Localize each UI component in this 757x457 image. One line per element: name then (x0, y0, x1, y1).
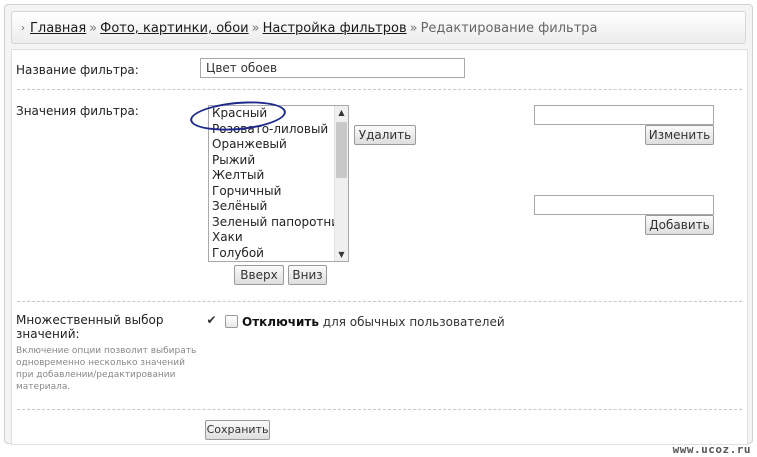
disable-for-users-label: Отключить для обычных пользователей (242, 315, 505, 329)
row-divider (17, 89, 742, 90)
edit-value-input[interactable] (534, 105, 714, 125)
checkmark-icon[interactable]: ✔ (205, 314, 218, 328)
filter-value-option[interactable]: Хаки (212, 230, 332, 246)
filter-value-option[interactable]: Зелёный (212, 199, 332, 215)
multiple-select-label: Множественный выбор значений: (16, 313, 164, 341)
add-value-input[interactable] (534, 195, 714, 215)
filter-value-option[interactable]: Зеленый папоротник (212, 215, 346, 231)
breadcrumb-photos-link[interactable]: Фото, картинки, обои (100, 21, 248, 36)
breadcrumb-home-link[interactable]: Главная (30, 21, 86, 36)
move-down-button[interactable]: Вниз (288, 265, 327, 285)
filter-value-option[interactable]: Желтый (212, 168, 332, 184)
breadcrumb-separator: » (89, 21, 98, 36)
filter-edit-panel: › Главная» Фото, картинки, обои» Настройка … (4, 4, 753, 445)
listbox-scrollbar[interactable]: ▲ ▼ (334, 106, 348, 261)
breadcrumb-separator: » (251, 21, 260, 36)
filter-values-label: Значения фильтра: (16, 104, 139, 118)
breadcrumb-arrow-icon: › (21, 23, 25, 34)
move-up-button[interactable]: Вверх (234, 265, 284, 285)
breadcrumb-separator: » (409, 21, 418, 36)
filter-name-input[interactable] (200, 58, 465, 78)
row-divider (17, 301, 742, 302)
scroll-up-icon[interactable]: ▲ (335, 106, 348, 119)
disable-for-users-checkbox[interactable] (225, 315, 238, 328)
filter-value-option[interactable]: Горчичный (212, 184, 332, 200)
filter-value-option[interactable]: Голубой (212, 246, 332, 262)
breadcrumb: › Главная» Фото, картинки, обои» Настройка … (11, 11, 746, 44)
add-value-button[interactable]: Добавить (645, 215, 714, 235)
filter-value-option[interactable]: Рыжий (212, 153, 332, 169)
row-divider (17, 409, 742, 410)
breadcrumb-filters-link[interactable]: Настройка фильтров (263, 21, 407, 36)
scroll-down-icon[interactable]: ▼ (335, 248, 348, 261)
scrollbar-thumb[interactable] (336, 122, 347, 178)
disable-rest-text: для обычных пользователей (322, 315, 505, 329)
filter-value-option[interactable]: Оранжевый (212, 137, 332, 153)
multiple-select-hint: Включение опции позволит выбирать одновр… (16, 346, 197, 392)
form-content: Название фильтра: Значения фильтра: Крас… (11, 49, 748, 445)
disable-bold-text: Отключить (242, 315, 319, 329)
edit-value-button[interactable]: Изменить (645, 125, 714, 145)
save-button[interactable]: Сохранить (205, 420, 270, 440)
delete-value-button[interactable]: Удалить (354, 125, 416, 145)
watermark: www.ucoz.ru (672, 443, 751, 456)
breadcrumb-current: Редактирование фильтра (420, 21, 598, 36)
filter-name-label: Название фильтра: (16, 63, 139, 77)
